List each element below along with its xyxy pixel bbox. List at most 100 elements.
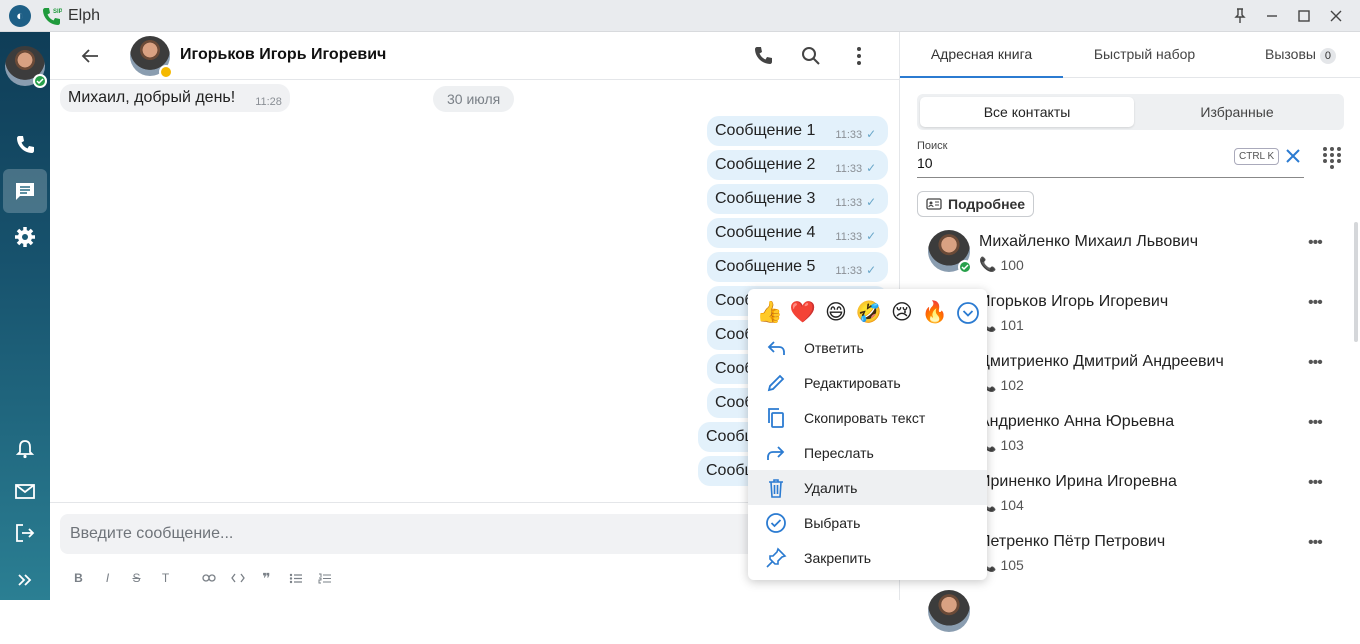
mail-nav-button[interactable] (3, 469, 47, 513)
tab-calls[interactable]: Вызовы 0 (1240, 32, 1360, 78)
tab-speed-dial[interactable]: Быстрый набор (1063, 32, 1226, 78)
message-time: 11:33 (835, 265, 863, 277)
clear-search-icon[interactable] (1283, 146, 1303, 166)
incoming-message[interactable]: Михаил, добрый день! 11:28 (60, 84, 290, 112)
reaction-rofl[interactable]: 🤣 (855, 299, 883, 327)
phone-icon (17, 136, 34, 153)
contact-avatar (928, 230, 972, 274)
notifications-nav-button[interactable] (3, 427, 47, 471)
pin-icon (748, 547, 804, 569)
tab-address-book[interactable]: Адресная книга (900, 32, 1063, 78)
away-status-icon (159, 65, 173, 79)
contact-name: Дмитриенко Дмитрий Андреевич (979, 353, 1224, 370)
menu-delete[interactable]: Удалить (748, 470, 987, 505)
message-text: Михаил, добрый день! (68, 89, 236, 106)
format-toolbar: B I S T ❞ (64, 569, 339, 587)
logout-nav-button[interactable] (3, 511, 47, 555)
message-time: 11:33 (835, 197, 863, 209)
contact-name: Михайленко Михаил Львович (979, 233, 1199, 250)
segment-favorites[interactable]: Избранные (1130, 97, 1344, 127)
message-text: Сообщение 5 (715, 258, 816, 275)
contact-name: Игорьков Игорь Игоревич (979, 293, 1169, 310)
numbered-list-icon[interactable] (310, 569, 339, 587)
contact-name: Андриенко Анна Юрьевна (979, 413, 1175, 430)
message-time: 11:28 (255, 96, 282, 108)
contact-number-value: 104 (1000, 496, 1024, 513)
contact-more-icon[interactable]: ••• (1308, 414, 1323, 432)
contact-number-value: 103 (1000, 436, 1024, 453)
close-window-icon[interactable] (1326, 6, 1346, 26)
menu-pin[interactable]: Закрепить (748, 540, 987, 575)
bold-icon[interactable]: B (64, 569, 93, 587)
outgoing-message[interactable]: Сообщение 5 11:33 ✓ (707, 252, 888, 282)
menu-reply[interactable]: Ответить (748, 330, 987, 365)
minimize-icon[interactable] (1262, 6, 1282, 26)
contact-avatar[interactable] (130, 36, 173, 79)
bulleted-list-icon[interactable] (281, 569, 310, 587)
app-title: Elph (68, 7, 101, 24)
link-icon[interactable] (194, 569, 223, 587)
reaction-fire[interactable]: 🔥 (921, 299, 949, 327)
pin-window-icon[interactable] (1230, 6, 1250, 26)
outgoing-message[interactable]: Сообщение 4 11:33 ✓ (707, 218, 888, 248)
outgoing-message[interactable]: Сообщение 2 11:33 ✓ (707, 150, 888, 180)
dialpad-icon[interactable] (1322, 146, 1342, 170)
sip-phone-icon: SIP (40, 5, 62, 27)
back-arrow-icon[interactable] (78, 44, 102, 68)
contact-name: Ириненко Ирина Игоревна (979, 473, 1177, 490)
italic-icon[interactable]: I (93, 569, 122, 587)
more-reactions-icon[interactable] (954, 299, 982, 327)
contact-number-value: 105 (1000, 556, 1024, 573)
menu-edit[interactable]: Редактировать (748, 365, 987, 400)
reaction-smile[interactable]: 😄 (822, 299, 850, 327)
read-check-icon: ✓ (866, 263, 877, 277)
segment-all-contacts[interactable]: Все контакты (920, 97, 1134, 127)
contact-more-icon[interactable]: ••• (1308, 354, 1323, 372)
contact-more-icon[interactable]: ••• (1308, 294, 1323, 312)
contact-number: 📞 100 (979, 256, 1024, 273)
chats-nav-button[interactable] (3, 169, 47, 213)
code-icon[interactable] (223, 569, 252, 587)
strikethrough-icon[interactable]: S (122, 569, 151, 587)
contact-more-icon[interactable]: ••• (1308, 474, 1323, 492)
menu-copy-text[interactable]: Скопировать текст (748, 400, 987, 435)
maximize-icon[interactable] (1294, 6, 1314, 26)
menu-select[interactable]: Выбрать (748, 505, 987, 540)
contact-number-value: 101 (1000, 316, 1024, 333)
text-style-icon[interactable]: T (151, 569, 180, 587)
read-check-icon: ✓ (866, 229, 877, 243)
user-avatar[interactable] (5, 46, 47, 88)
message-text: Сообщение 1 (715, 122, 816, 139)
contact-row[interactable]: Михайленко Михаил Львович 📞 100 ••• (900, 224, 1340, 284)
contact-more-icon[interactable]: ••• (1308, 534, 1323, 552)
contact-more-icon[interactable]: ••• (1308, 234, 1323, 252)
reaction-bar: 👍 ❤️ 😄 🤣 😢 🔥 (756, 299, 982, 327)
more-options-button[interactable] (847, 44, 871, 68)
double-chevron-right-icon (18, 574, 32, 586)
contact-row-partial[interactable] (900, 584, 1340, 644)
quote-icon[interactable]: ❞ (252, 569, 281, 587)
calls-nav-button[interactable] (3, 123, 47, 167)
check-circle-icon (748, 512, 804, 534)
reaction-sad[interactable]: 😢 (888, 299, 916, 327)
menu-label: Закрепить (804, 549, 872, 566)
details-button[interactable]: Подробнее (917, 191, 1035, 217)
menu-label: Переслать (804, 444, 874, 461)
settings-nav-button[interactable] (3, 215, 47, 259)
search-icon (802, 47, 820, 65)
search-button[interactable] (799, 44, 823, 68)
outgoing-message[interactable]: Сообщение 1 11:33 ✓ (707, 116, 888, 146)
call-button[interactable] (751, 44, 775, 68)
read-check-icon: ✓ (866, 127, 877, 141)
search-input[interactable]: 10 (917, 155, 933, 171)
phone-icon (755, 47, 772, 64)
scrollbar-thumb[interactable] (1354, 222, 1358, 342)
menu-forward[interactable]: Переслать (748, 435, 987, 470)
reaction-heart[interactable]: ❤️ (789, 299, 817, 327)
tab-label: Адресная книга (930, 46, 1033, 62)
sidebar (0, 32, 50, 600)
outgoing-message[interactable]: Сообщение 3 11:33 ✓ (707, 184, 888, 214)
reaction-thumbs-up[interactable]: 👍 (756, 299, 784, 327)
expand-sidebar-button[interactable] (3, 558, 47, 602)
message-text: Сообщение 4 (715, 224, 816, 241)
